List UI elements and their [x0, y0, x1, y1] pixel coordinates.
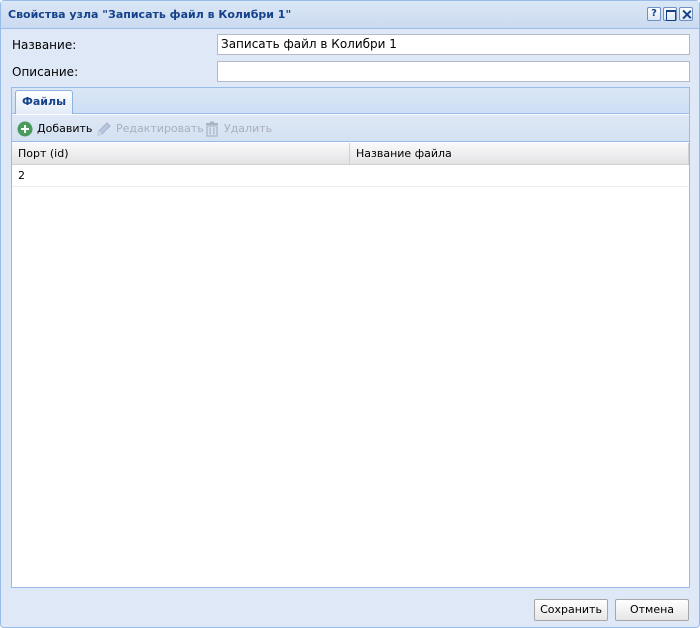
pencil-icon	[97, 122, 111, 136]
close-icon[interactable]	[679, 7, 693, 21]
table-row[interactable]: 2	[12, 165, 689, 187]
plus-circle-icon	[17, 121, 33, 137]
files-toolbar: Добавить Редактировать Удалить	[12, 115, 689, 142]
window-titlebar[interactable]: Свойства узла "Записать файл в Колибри 1…	[1, 1, 699, 29]
column-header-port-id[interactable]: Порт (id)	[12, 143, 350, 165]
properties-window: Свойства узла "Записать файл в Колибри 1…	[0, 0, 700, 628]
description-label: Описание:	[12, 65, 79, 79]
help-icon[interactable]: ?	[647, 7, 661, 21]
dialog-footer: Сохранить Отмена	[1, 593, 699, 627]
cancel-button[interactable]: Отмена	[615, 599, 689, 621]
add-button-label: Добавить	[37, 122, 93, 135]
add-button[interactable]: Добавить	[17, 119, 93, 139]
edit-button[interactable]: Редактировать	[96, 119, 204, 139]
save-button[interactable]: Сохранить	[534, 599, 608, 621]
name-label: Название:	[12, 38, 77, 52]
edit-button-label: Редактировать	[116, 122, 204, 135]
window-body: Название: Записать файл в Колибри 1 Опис…	[6, 31, 694, 591]
cell-file-name	[350, 165, 689, 187]
trash-icon	[206, 121, 218, 137]
name-field[interactable]: Записать файл в Колибри 1	[217, 34, 690, 55]
delete-button-label: Удалить	[224, 122, 273, 135]
grid-header: Порт (id) Название файла	[12, 143, 689, 165]
cell-port-id: 2	[18, 169, 25, 182]
tab-files[interactable]: Файлы	[15, 90, 73, 114]
delete-button[interactable]: Удалить	[204, 119, 274, 139]
tab-strip: Файлы	[12, 88, 689, 114]
column-header-file-name[interactable]: Название файла	[350, 143, 689, 165]
description-field[interactable]	[217, 61, 690, 82]
window-title: Свойства узла "Записать файл в Колибри 1…	[8, 8, 292, 21]
maximize-icon[interactable]	[663, 7, 677, 21]
files-panel: Файлы Добавить Редактировать Удалить Пор…	[11, 87, 690, 588]
